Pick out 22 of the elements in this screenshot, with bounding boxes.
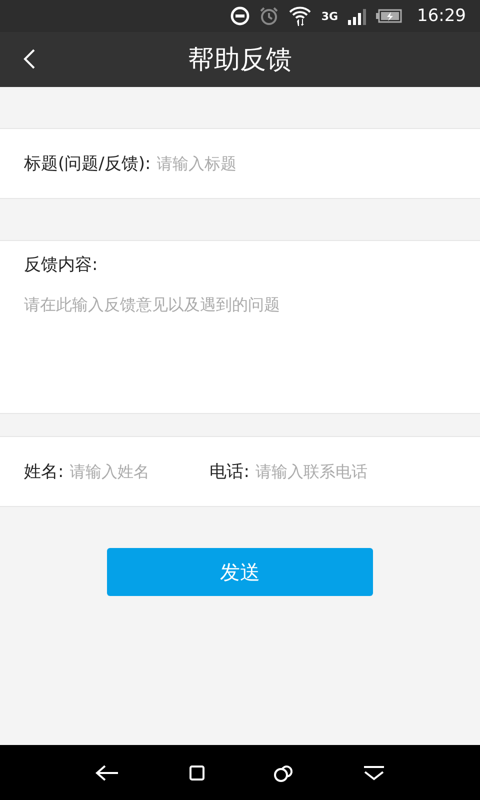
network-type: 3G bbox=[321, 10, 338, 22]
input-field[interactable]: 请输入姓名 bbox=[70, 462, 210, 481]
clock-time: 16:29 bbox=[417, 6, 466, 26]
send-button[interactable]: 发送 bbox=[107, 548, 373, 596]
back-icon[interactable] bbox=[22, 48, 36, 70]
input-field[interactable]: 请输入标题 bbox=[156, 154, 456, 173]
wifi-icon bbox=[288, 5, 312, 27]
home-icon[interactable] bbox=[188, 764, 205, 780]
recent-apps-icon[interactable] bbox=[273, 762, 294, 782]
back-icon[interactable] bbox=[94, 764, 120, 782]
alarm-icon bbox=[259, 6, 280, 26]
dnd-icon bbox=[230, 6, 250, 26]
field-label: 标题(问题/反馈): bbox=[24, 153, 151, 175]
page-title: 帮助反馈 bbox=[188, 44, 292, 77]
field-label: 姓名: bbox=[24, 461, 64, 483]
text-area[interactable]: 请在此输入反馈意见以及遇到的问题 bbox=[0, 275, 480, 413]
chevron-down-icon[interactable] bbox=[362, 764, 386, 780]
field-label: 电话: bbox=[210, 461, 250, 483]
field-label: 反馈内容: bbox=[0, 241, 480, 275]
battery-icon bbox=[376, 9, 402, 23]
input-field[interactable]: 请输入联系电话 bbox=[255, 462, 456, 481]
signal-icon bbox=[347, 7, 367, 25]
